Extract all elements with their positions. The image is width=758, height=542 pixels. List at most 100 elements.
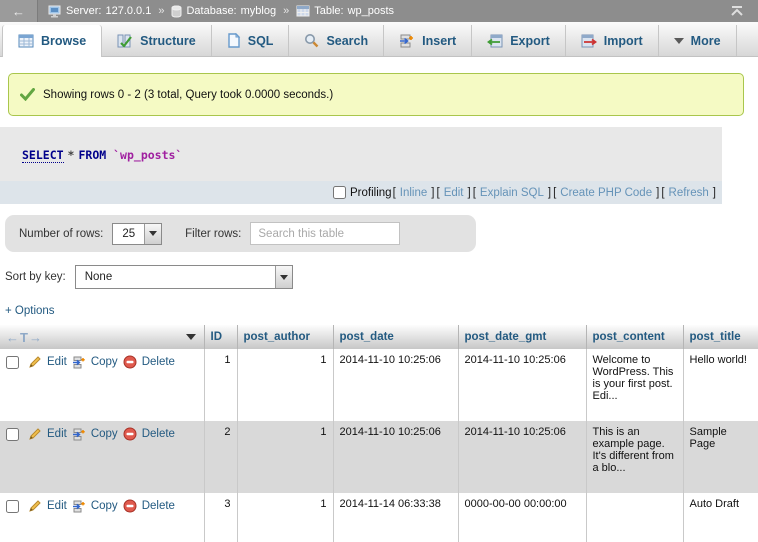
- tab-structure[interactable]: Structure: [102, 25, 212, 56]
- column-header-id[interactable]: ID: [204, 325, 237, 349]
- copy-row-link[interactable]: Copy: [91, 356, 118, 368]
- sql-query: SELECT*FROM `wp_posts`: [0, 127, 722, 181]
- structure-icon: [117, 34, 133, 48]
- tab-export[interactable]: Export: [472, 25, 566, 56]
- back-button[interactable]: ←: [0, 0, 38, 22]
- tab-browse[interactable]: Browse: [2, 25, 102, 57]
- delete-icon[interactable]: [123, 355, 137, 369]
- cell-post-title: Auto Draft: [683, 493, 758, 542]
- row-checkbox[interactable]: [6, 356, 19, 369]
- bracket: [: [436, 187, 439, 199]
- back-arrow-icon: ←: [12, 4, 25, 19]
- table-row: Edit Copy Delete 1 1 2014-11-10 10:25:06…: [0, 349, 758, 421]
- column-actions-header[interactable]: ←T→: [0, 325, 204, 349]
- column-header-post-title[interactable]: post_title: [683, 325, 758, 349]
- sort-by-key-select[interactable]: None: [75, 265, 293, 289]
- tab-insert[interactable]: Insert: [384, 25, 472, 56]
- number-of-rows-label: Number of rows:: [19, 228, 103, 240]
- tab-label: More: [691, 34, 721, 48]
- rows-per-page-select[interactable]: 25: [112, 223, 162, 245]
- export-icon: [487, 34, 503, 48]
- table-row: Edit Copy Delete 2 1 2014-11-10 10:25:06…: [0, 421, 758, 493]
- tab-label: Export: [510, 34, 550, 48]
- import-icon: [581, 34, 597, 48]
- delete-row-link[interactable]: Delete: [142, 428, 175, 440]
- tab-import[interactable]: Import: [566, 25, 659, 56]
- copy-icon[interactable]: [72, 500, 86, 513]
- column-header-post-content[interactable]: post_content: [586, 325, 683, 349]
- row-checkbox[interactable]: [6, 500, 19, 513]
- copy-icon[interactable]: [72, 428, 86, 441]
- insert-icon: [399, 34, 415, 48]
- sql-star: *: [68, 148, 75, 162]
- refresh-link[interactable]: Refresh: [669, 187, 709, 199]
- cell-post-date-gmt: 2014-11-10 10:25:06: [458, 421, 586, 493]
- edit-query-link[interactable]: Edit: [444, 187, 464, 199]
- sql-keyword-from: FROM: [78, 148, 106, 162]
- cell-post-author: 1: [237, 421, 333, 493]
- filter-rows-input[interactable]: [250, 222, 400, 245]
- bracket: ]: [548, 187, 551, 199]
- delete-row-link[interactable]: Delete: [142, 500, 175, 512]
- status-message: Showing rows 0 - 2 (3 total, Query took …: [8, 73, 744, 116]
- cell-post-date-gmt: 2014-11-10 10:25:06: [458, 349, 586, 421]
- explain-sql-link[interactable]: Explain SQL: [480, 187, 544, 199]
- edit-row-link[interactable]: Edit: [47, 356, 67, 368]
- column-header-post-date-gmt[interactable]: post_date_gmt: [458, 325, 586, 349]
- cell-id: 1: [204, 349, 237, 421]
- tab-search[interactable]: Search: [289, 25, 384, 56]
- copy-row-link[interactable]: Copy: [91, 428, 118, 440]
- cell-id: 2: [204, 421, 237, 493]
- cell-post-content: This is an example page. It's different …: [586, 421, 683, 493]
- options-toggle-link[interactable]: + Options: [5, 305, 758, 317]
- column-order-arrows[interactable]: ←T→: [6, 330, 43, 345]
- server-label: Server:: [66, 5, 101, 17]
- tab-label: SQL: [248, 34, 274, 48]
- pencil-icon[interactable]: [28, 499, 42, 513]
- tab-sql[interactable]: SQL: [212, 25, 290, 56]
- create-php-code-link[interactable]: Create PHP Code: [560, 187, 652, 199]
- edit-row-link[interactable]: Edit: [47, 500, 67, 512]
- tab-label: Search: [326, 34, 368, 48]
- bracket: ]: [656, 187, 659, 199]
- edit-row-link[interactable]: Edit: [47, 428, 67, 440]
- tab-more[interactable]: More: [659, 25, 737, 56]
- profiling-checkbox[interactable]: [333, 186, 346, 199]
- cell-post-content: Welcome to WordPress. This is your first…: [586, 349, 683, 421]
- dropdown-arrow-icon: [144, 224, 161, 244]
- pencil-icon[interactable]: [28, 355, 42, 369]
- success-check-icon: [20, 88, 35, 101]
- bracket: [: [661, 187, 664, 199]
- query-box: SELECT*FROM `wp_posts` Profiling [ Inlin…: [0, 127, 722, 204]
- tab-label: Import: [604, 34, 643, 48]
- cell-post-title: Sample Page: [683, 421, 758, 493]
- pencil-icon[interactable]: [28, 427, 42, 441]
- sort-caret-icon[interactable]: [186, 334, 196, 340]
- cell-post-date: 2014-11-10 10:25:06: [333, 349, 458, 421]
- breadcrumb-table[interactable]: Table: wp_posts: [296, 5, 394, 17]
- server-icon: [48, 5, 62, 18]
- copy-row-link[interactable]: Copy: [91, 500, 118, 512]
- profiling-label: Profiling: [350, 187, 392, 199]
- copy-icon[interactable]: [72, 356, 86, 369]
- collapse-icon: [730, 5, 744, 17]
- column-header-post-date[interactable]: post_date: [333, 325, 458, 349]
- filter-rows-label: Filter rows:: [185, 228, 241, 240]
- cell-id: 3: [204, 493, 237, 542]
- tab-label: Structure: [140, 34, 196, 48]
- inline-link[interactable]: Inline: [400, 187, 428, 199]
- breadcrumb-server[interactable]: Server: 127.0.0.1: [48, 5, 151, 18]
- collapse-panel-button[interactable]: [730, 5, 744, 17]
- delete-row-link[interactable]: Delete: [142, 356, 175, 368]
- breadcrumb: Server: 127.0.0.1 » Database: myblog » T…: [48, 5, 394, 18]
- delete-icon[interactable]: [123, 499, 137, 513]
- tab-label: Insert: [422, 34, 456, 48]
- server-value: 127.0.0.1: [105, 5, 151, 17]
- sql-keyword-select[interactable]: SELECT: [22, 148, 64, 163]
- delete-icon[interactable]: [123, 427, 137, 441]
- breadcrumb-database[interactable]: Database: myblog: [171, 5, 276, 18]
- row-checkbox[interactable]: [6, 428, 19, 441]
- table-icon: [296, 5, 310, 17]
- header-row: ←T→ ID post_author post_date post_date_g…: [0, 325, 758, 349]
- column-header-post-author[interactable]: post_author: [237, 325, 333, 349]
